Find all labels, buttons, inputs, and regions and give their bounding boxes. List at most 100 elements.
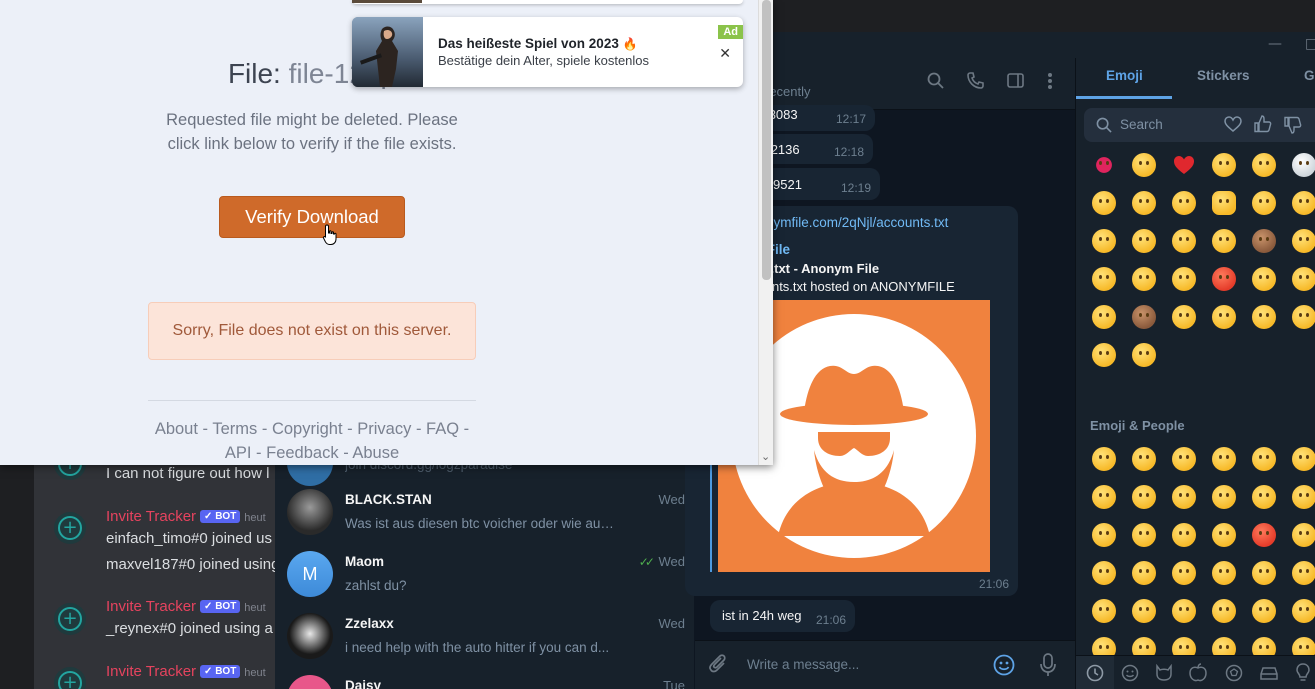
chevron-down-icon[interactable]: ⌄ <box>761 450 770 463</box>
search-icon[interactable] <box>924 72 946 94</box>
confused-face-icon[interactable] <box>1124 336 1164 374</box>
flushed-face-icon[interactable] <box>1164 222 1204 260</box>
emoji-16-icon[interactable] <box>1204 516 1244 554</box>
food-category-icon[interactable] <box>1189 663 1207 687</box>
tab-stickers[interactable]: Stickers <box>1197 68 1250 83</box>
clock-icon[interactable] <box>1086 664 1104 686</box>
emoji-icon[interactable] <box>993 654 1015 680</box>
sports-category-icon[interactable] <box>1225 664 1243 686</box>
grinning-face-icon[interactable] <box>1124 146 1164 184</box>
emoji-10-icon[interactable] <box>1204 478 1244 516</box>
monkey-face-icon[interactable] <box>1124 298 1164 336</box>
message-input[interactable]: Write a message... <box>747 657 859 672</box>
emoji-20-icon[interactable] <box>1124 554 1164 592</box>
footer-link-copyright[interactable]: Copyright <box>272 420 343 438</box>
face-with-hand-over-mouth-icon[interactable] <box>1204 146 1244 184</box>
username[interactable]: Invite Tracker <box>106 508 196 525</box>
emoji-19-icon[interactable] <box>1084 554 1124 592</box>
squinting-tongue-face-icon[interactable] <box>1124 260 1164 298</box>
chat-list-item[interactable]: M Maom ✓✓ Wed zahlst du? <box>287 545 695 607</box>
emoji-28-icon[interactable] <box>1204 592 1244 630</box>
thumbs-up-icon[interactable] <box>1204 184 1244 222</box>
emoji-12-icon[interactable] <box>1284 478 1315 516</box>
emoji-24-icon[interactable] <box>1284 554 1315 592</box>
kiss-mark-icon[interactable] <box>1084 146 1124 184</box>
emoji-22-icon[interactable] <box>1204 554 1244 592</box>
more-icon[interactable] <box>1039 72 1061 94</box>
heart-filter-icon[interactable] <box>1224 116 1242 137</box>
face-with-raised-eyebrow-icon[interactable] <box>1244 146 1284 184</box>
emoji-26-icon[interactable] <box>1124 592 1164 630</box>
pensive-face-icon[interactable] <box>1284 184 1315 222</box>
face-blowing-kiss-icon[interactable] <box>1084 184 1124 222</box>
smirking-face-icon[interactable] <box>1124 222 1164 260</box>
emoji-23-icon[interactable] <box>1244 554 1284 592</box>
thumbs-up-filter-icon[interactable] <box>1254 115 1272 137</box>
emoji-27-icon[interactable] <box>1164 592 1204 630</box>
emoji-2-icon[interactable] <box>1124 440 1164 478</box>
grinning-face-2-icon[interactable] <box>1204 298 1244 336</box>
username[interactable]: Invite Tracker <box>106 598 196 615</box>
emoji-4-icon[interactable] <box>1204 440 1244 478</box>
message-link[interactable]: nonymfile.com/2qNjl/accounts.txt <box>751 215 948 230</box>
ad-title[interactable]: Das heißeste Spiel von 2023 🔥 <box>438 36 638 51</box>
chat-list-item[interactable]: Zzelaxx Wed i need help with the auto hi… <box>287 607 695 669</box>
winking-face-icon[interactable] <box>1284 222 1315 260</box>
chat-list-item[interactable]: BLACK.STAN Wed Was ist aus diesen btc vo… <box>287 483 695 545</box>
emoji-13-icon[interactable] <box>1084 516 1124 554</box>
footer-link-about[interactable]: About <box>155 420 198 438</box>
crying-face-icon[interactable] <box>1084 222 1124 260</box>
red-heart-icon[interactable] <box>1164 146 1204 184</box>
maximize-icon[interactable]: □ <box>1305 36 1315 52</box>
smirk-face-icon[interactable] <box>1244 260 1284 298</box>
minimize-icon[interactable]: — <box>1268 36 1282 52</box>
sad-face-icon[interactable] <box>1084 260 1124 298</box>
smiley-category-icon[interactable] <box>1121 664 1139 686</box>
emoji-30-icon[interactable] <box>1284 592 1315 630</box>
footer-link-terms[interactable]: Terms <box>212 420 257 438</box>
emoji-14-icon[interactable] <box>1124 516 1164 554</box>
emoji-9-icon[interactable] <box>1164 478 1204 516</box>
emoji-search-input[interactable]: Search <box>1120 117 1163 132</box>
verify-download-button[interactable]: Verify Download <box>219 196 405 238</box>
ad-subtitle[interactable]: Bestätige dein Alter, spiele kostenlos <box>438 53 649 68</box>
tab-emoji[interactable]: Emoji <box>1106 68 1143 83</box>
skull-icon[interactable] <box>1284 146 1315 184</box>
ad-game-image[interactable] <box>352 17 423 87</box>
ad-card-previous[interactable] <box>352 0 743 4</box>
heart-eyes-face-icon[interactable] <box>1124 184 1164 222</box>
emoji-17-icon[interactable] <box>1244 516 1284 554</box>
yum-face-icon[interactable] <box>1244 298 1284 336</box>
footer-link-privacy[interactable]: Privacy <box>357 420 411 438</box>
username[interactable]: Invite Tracker <box>106 663 196 680</box>
kissing-face-icon[interactable] <box>1084 298 1124 336</box>
footer-link-abuse[interactable]: Abuse <box>352 444 399 462</box>
emoji-6-icon[interactable] <box>1284 440 1315 478</box>
lightbulb-category-icon[interactable] <box>1296 663 1310 687</box>
chat-list-item[interactable]: Daisy Tue <box>287 669 695 689</box>
car-category-icon[interactable] <box>1259 665 1279 685</box>
microphone-icon[interactable] <box>1040 653 1056 681</box>
emoji-29-icon[interactable] <box>1244 592 1284 630</box>
tab-gifs[interactable]: GI <box>1304 68 1315 83</box>
scrollbar-thumb[interactable] <box>762 0 771 280</box>
footer-link-feedback[interactable]: Feedback <box>266 444 338 462</box>
laughing-face-icon[interactable] <box>1284 298 1315 336</box>
smiling-face-icon[interactable] <box>1164 184 1204 222</box>
footer-link-api[interactable]: API <box>225 444 252 462</box>
winking-tongue-face-icon[interactable] <box>1204 222 1244 260</box>
attach-icon[interactable] <box>709 654 729 680</box>
scrollbar[interactable]: ⌄ <box>758 0 773 465</box>
emoji-21-icon[interactable] <box>1164 554 1204 592</box>
angry-face-icon[interactable] <box>1204 260 1244 298</box>
footer-link-faq[interactable]: FAQ <box>426 420 459 438</box>
emoji-18-icon[interactable] <box>1284 516 1315 554</box>
emoji-11-icon[interactable] <box>1244 478 1284 516</box>
phone-icon[interactable] <box>964 72 986 94</box>
content-face-icon[interactable] <box>1164 298 1204 336</box>
sidebar-toggle-icon[interactable] <box>1004 72 1026 94</box>
screaming-face-icon[interactable] <box>1164 260 1204 298</box>
emoji-25-icon[interactable] <box>1084 592 1124 630</box>
thumbs-down-filter-icon[interactable] <box>1284 116 1302 138</box>
emoji-8-icon[interactable] <box>1124 478 1164 516</box>
